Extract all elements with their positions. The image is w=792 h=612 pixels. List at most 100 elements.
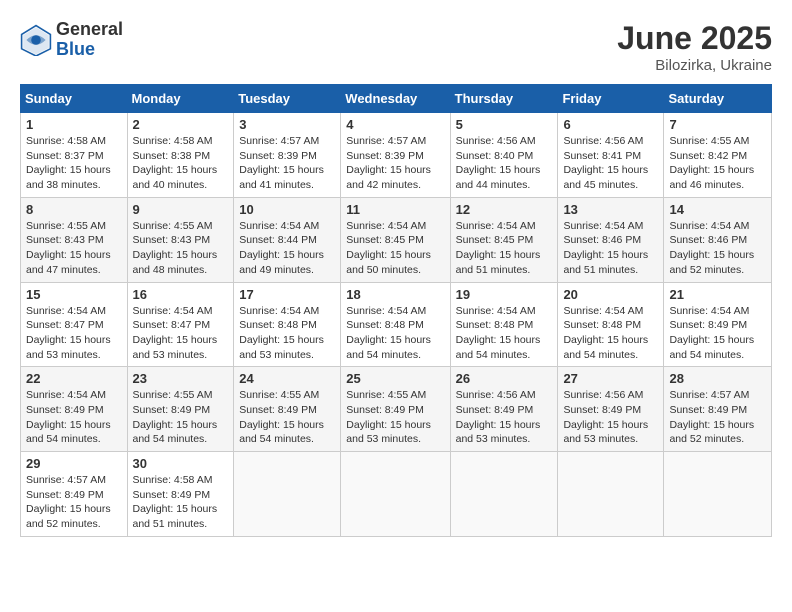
- day-info: Sunrise: 4:54 AMSunset: 8:48 PMDaylight:…: [346, 304, 444, 363]
- day-info: Sunrise: 4:54 AMSunset: 8:45 PMDaylight:…: [456, 219, 553, 278]
- calendar-cell: 8 Sunrise: 4:55 AMSunset: 8:43 PMDayligh…: [21, 197, 128, 282]
- week-row-3: 15 Sunrise: 4:54 AMSunset: 8:47 PMDaylig…: [21, 282, 772, 367]
- day-number: 22: [26, 371, 122, 386]
- day-info: Sunrise: 4:54 AMSunset: 8:45 PMDaylight:…: [346, 219, 444, 278]
- calendar-cell: 25 Sunrise: 4:55 AMSunset: 8:49 PMDaylig…: [341, 367, 450, 452]
- day-info: Sunrise: 4:58 AMSunset: 8:38 PMDaylight:…: [133, 134, 229, 193]
- calendar-cell: 20 Sunrise: 4:54 AMSunset: 8:48 PMDaylig…: [558, 282, 664, 367]
- calendar-cell: 5 Sunrise: 4:56 AMSunset: 8:40 PMDayligh…: [450, 113, 558, 198]
- header-saturday: Saturday: [664, 85, 772, 113]
- header-monday: Monday: [127, 85, 234, 113]
- day-info: Sunrise: 4:56 AMSunset: 8:41 PMDaylight:…: [563, 134, 658, 193]
- day-info: Sunrise: 4:55 AMSunset: 8:49 PMDaylight:…: [239, 388, 335, 447]
- day-number: 30: [133, 456, 229, 471]
- logo-blue: Blue: [56, 40, 123, 60]
- calendar-header-row: Sunday Monday Tuesday Wednesday Thursday…: [21, 85, 772, 113]
- calendar-cell: 6 Sunrise: 4:56 AMSunset: 8:41 PMDayligh…: [558, 113, 664, 198]
- logo-icon: [20, 24, 52, 56]
- day-number: 2: [133, 117, 229, 132]
- calendar-cell: 21 Sunrise: 4:54 AMSunset: 8:49 PMDaylig…: [664, 282, 772, 367]
- day-info: Sunrise: 4:54 AMSunset: 8:44 PMDaylight:…: [239, 219, 335, 278]
- day-number: 9: [133, 202, 229, 217]
- day-number: 16: [133, 287, 229, 302]
- day-number: 21: [669, 287, 766, 302]
- calendar-cell: 22 Sunrise: 4:54 AMSunset: 8:49 PMDaylig…: [21, 367, 128, 452]
- calendar-cell: [664, 452, 772, 537]
- day-number: 1: [26, 117, 122, 132]
- calendar-cell: 30 Sunrise: 4:58 AMSunset: 8:49 PMDaylig…: [127, 452, 234, 537]
- calendar-cell: 15 Sunrise: 4:54 AMSunset: 8:47 PMDaylig…: [21, 282, 128, 367]
- calendar-cell: 29 Sunrise: 4:57 AMSunset: 8:49 PMDaylig…: [21, 452, 128, 537]
- day-info: Sunrise: 4:57 AMSunset: 8:39 PMDaylight:…: [239, 134, 335, 193]
- calendar-table: Sunday Monday Tuesday Wednesday Thursday…: [20, 84, 772, 537]
- calendar-cell: 11 Sunrise: 4:54 AMSunset: 8:45 PMDaylig…: [341, 197, 450, 282]
- header-wednesday: Wednesday: [341, 85, 450, 113]
- calendar-cell: 18 Sunrise: 4:54 AMSunset: 8:48 PMDaylig…: [341, 282, 450, 367]
- day-number: 11: [346, 202, 444, 217]
- day-number: 4: [346, 117, 444, 132]
- day-number: 27: [563, 371, 658, 386]
- calendar-cell: 4 Sunrise: 4:57 AMSunset: 8:39 PMDayligh…: [341, 113, 450, 198]
- header-thursday: Thursday: [450, 85, 558, 113]
- day-number: 7: [669, 117, 766, 132]
- page-header: General Blue June 2025 Bilozirka, Ukrain…: [20, 20, 772, 74]
- day-info: Sunrise: 4:56 AMSunset: 8:49 PMDaylight:…: [563, 388, 658, 447]
- day-info: Sunrise: 4:56 AMSunset: 8:40 PMDaylight:…: [456, 134, 553, 193]
- day-info: Sunrise: 4:55 AMSunset: 8:42 PMDaylight:…: [669, 134, 766, 193]
- calendar-cell: 16 Sunrise: 4:54 AMSunset: 8:47 PMDaylig…: [127, 282, 234, 367]
- logo: General Blue: [20, 20, 123, 60]
- logo-text: General Blue: [56, 20, 123, 60]
- day-info: Sunrise: 4:58 AMSunset: 8:49 PMDaylight:…: [133, 473, 229, 532]
- day-info: Sunrise: 4:54 AMSunset: 8:48 PMDaylight:…: [239, 304, 335, 363]
- calendar-cell: 28 Sunrise: 4:57 AMSunset: 8:49 PMDaylig…: [664, 367, 772, 452]
- calendar-cell: 27 Sunrise: 4:56 AMSunset: 8:49 PMDaylig…: [558, 367, 664, 452]
- week-row-4: 22 Sunrise: 4:54 AMSunset: 8:49 PMDaylig…: [21, 367, 772, 452]
- day-number: 14: [669, 202, 766, 217]
- day-info: Sunrise: 4:56 AMSunset: 8:49 PMDaylight:…: [456, 388, 553, 447]
- day-info: Sunrise: 4:54 AMSunset: 8:47 PMDaylight:…: [133, 304, 229, 363]
- day-info: Sunrise: 4:57 AMSunset: 8:49 PMDaylight:…: [26, 473, 122, 532]
- calendar-cell: 17 Sunrise: 4:54 AMSunset: 8:48 PMDaylig…: [234, 282, 341, 367]
- calendar-cell: 13 Sunrise: 4:54 AMSunset: 8:46 PMDaylig…: [558, 197, 664, 282]
- header-sunday: Sunday: [21, 85, 128, 113]
- calendar-cell: 23 Sunrise: 4:55 AMSunset: 8:49 PMDaylig…: [127, 367, 234, 452]
- day-number: 24: [239, 371, 335, 386]
- day-number: 3: [239, 117, 335, 132]
- day-number: 5: [456, 117, 553, 132]
- day-number: 15: [26, 287, 122, 302]
- day-number: 29: [26, 456, 122, 471]
- week-row-1: 1 Sunrise: 4:58 AMSunset: 8:37 PMDayligh…: [21, 113, 772, 198]
- day-info: Sunrise: 4:55 AMSunset: 8:49 PMDaylight:…: [133, 388, 229, 447]
- calendar-cell: 26 Sunrise: 4:56 AMSunset: 8:49 PMDaylig…: [450, 367, 558, 452]
- day-info: Sunrise: 4:54 AMSunset: 8:48 PMDaylight:…: [563, 304, 658, 363]
- day-info: Sunrise: 4:55 AMSunset: 8:43 PMDaylight:…: [133, 219, 229, 278]
- calendar-cell: 9 Sunrise: 4:55 AMSunset: 8:43 PMDayligh…: [127, 197, 234, 282]
- day-info: Sunrise: 4:54 AMSunset: 8:49 PMDaylight:…: [26, 388, 122, 447]
- calendar-cell: 2 Sunrise: 4:58 AMSunset: 8:38 PMDayligh…: [127, 113, 234, 198]
- day-number: 28: [669, 371, 766, 386]
- day-info: Sunrise: 4:57 AMSunset: 8:49 PMDaylight:…: [669, 388, 766, 447]
- calendar-cell: 10 Sunrise: 4:54 AMSunset: 8:44 PMDaylig…: [234, 197, 341, 282]
- day-info: Sunrise: 4:58 AMSunset: 8:37 PMDaylight:…: [26, 134, 122, 193]
- week-row-2: 8 Sunrise: 4:55 AMSunset: 8:43 PMDayligh…: [21, 197, 772, 282]
- day-number: 20: [563, 287, 658, 302]
- day-number: 17: [239, 287, 335, 302]
- calendar-cell: 12 Sunrise: 4:54 AMSunset: 8:45 PMDaylig…: [450, 197, 558, 282]
- day-info: Sunrise: 4:54 AMSunset: 8:47 PMDaylight:…: [26, 304, 122, 363]
- calendar-cell: 14 Sunrise: 4:54 AMSunset: 8:46 PMDaylig…: [664, 197, 772, 282]
- day-number: 8: [26, 202, 122, 217]
- calendar-cell: [234, 452, 341, 537]
- day-info: Sunrise: 4:55 AMSunset: 8:43 PMDaylight:…: [26, 219, 122, 278]
- calendar-cell: 7 Sunrise: 4:55 AMSunset: 8:42 PMDayligh…: [664, 113, 772, 198]
- day-info: Sunrise: 4:55 AMSunset: 8:49 PMDaylight:…: [346, 388, 444, 447]
- calendar-cell: 19 Sunrise: 4:54 AMSunset: 8:48 PMDaylig…: [450, 282, 558, 367]
- header-friday: Friday: [558, 85, 664, 113]
- calendar-cell: 24 Sunrise: 4:55 AMSunset: 8:49 PMDaylig…: [234, 367, 341, 452]
- title-area: June 2025 Bilozirka, Ukraine: [617, 20, 772, 74]
- day-number: 13: [563, 202, 658, 217]
- calendar-cell: 3 Sunrise: 4:57 AMSunset: 8:39 PMDayligh…: [234, 113, 341, 198]
- day-number: 18: [346, 287, 444, 302]
- day-number: 23: [133, 371, 229, 386]
- day-number: 12: [456, 202, 553, 217]
- day-number: 25: [346, 371, 444, 386]
